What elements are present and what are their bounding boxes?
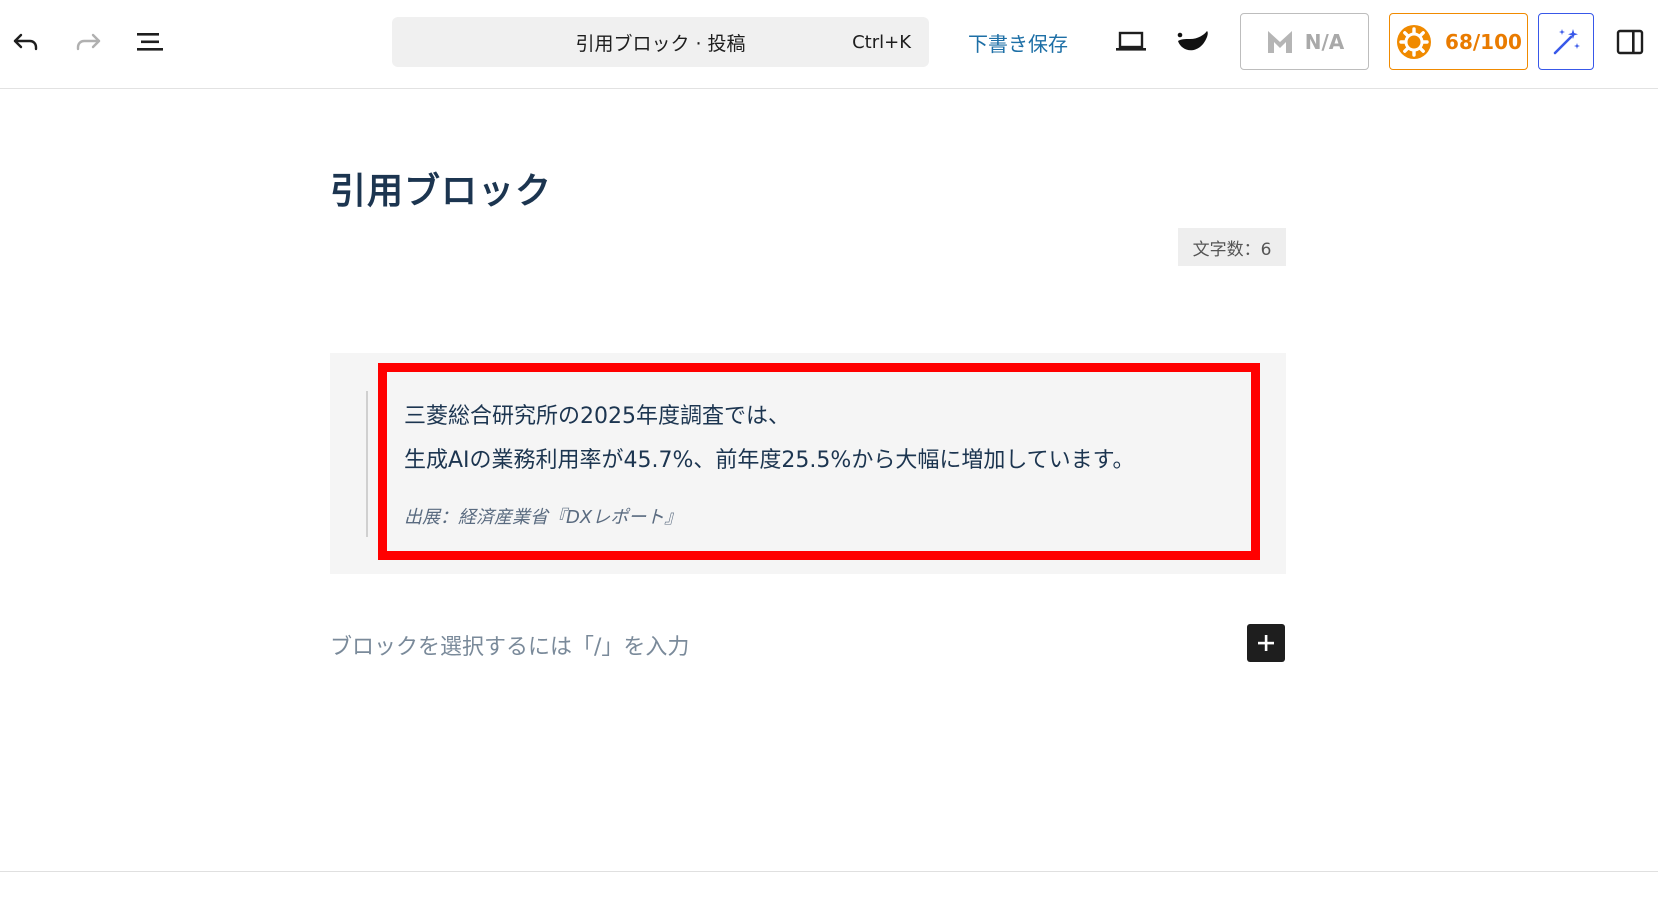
theme-style-button[interactable] [1172,22,1214,62]
seo-check-button[interactable]: N/A [1240,13,1369,70]
post-title[interactable]: 引用ブロック [330,162,552,214]
command-palette-bar[interactable]: 引用ブロック · 投稿 Ctrl+K [392,17,929,67]
seo-status-text: N/A [1304,29,1345,54]
block-placeholder[interactable]: ブロックを選択するには「/」を入力 [330,629,689,661]
list-view-button[interactable] [130,22,170,62]
undo-icon [13,33,38,51]
ai-assist-button[interactable] [1538,13,1594,70]
redo-button[interactable] [68,22,108,62]
save-draft-button[interactable]: 下書き保存 [968,28,1068,57]
gear-badge-icon [1397,24,1432,59]
laptop-icon [1116,31,1146,51]
add-block-button[interactable] [1247,624,1285,662]
settings-sidebar-toggle[interactable] [1610,22,1650,62]
quote-text[interactable]: 三菱総合研究所の2025年度調査では、 生成AIの業務利用率が45.7%、前年度… [404,395,1134,483]
undo-button[interactable] [6,22,46,62]
command-shortcut: Ctrl+K [852,31,911,53]
quote-line-2: 生成AIの業務利用率が45.7%、前年度25.5%から大幅に増加しています。 [404,448,1135,473]
quote-border [366,391,368,537]
quote-citation[interactable]: 出展：経済産業省『DXレポート』 [404,503,682,529]
preview-button[interactable] [1110,22,1152,62]
seo-score-button[interactable]: 68/100 [1389,13,1528,70]
quote-block[interactable]: 三菱総合研究所の2025年度調査では、 生成AIの業務利用率が45.7%、前年度… [330,353,1286,574]
list-view-icon [137,33,163,51]
editor-toolbar: 引用ブロック · 投稿 Ctrl+K 下書き保存 N/A 68/100 [0,0,1658,89]
character-count-badge: 文字数：6 [1178,228,1286,266]
m-logo-icon [1267,30,1292,53]
seo-score-text: 68/100 [1445,29,1522,54]
divider [0,871,1658,872]
plus-icon [1258,635,1274,651]
magic-wand-icon [1553,28,1580,54]
redo-icon [76,33,101,51]
document-title: 引用ブロック · 投稿 [575,32,746,55]
sidebar-toggle-icon [1616,29,1644,55]
quote-line-1: 三菱総合研究所の2025年度調査では、 [404,404,790,429]
leaf-icon [1177,31,1208,51]
